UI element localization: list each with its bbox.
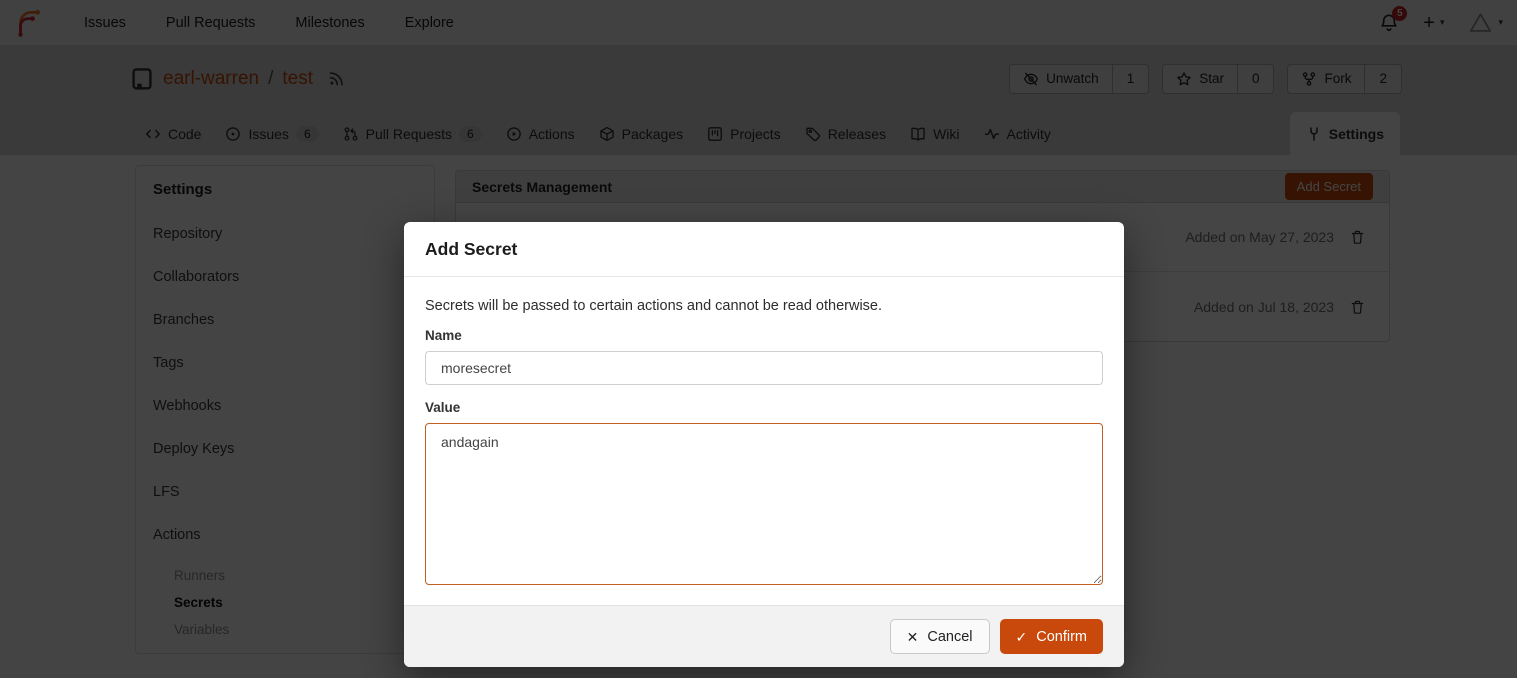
secret-value-textarea[interactable]: andagain (425, 423, 1103, 585)
name-label: Name (425, 328, 1103, 343)
cancel-button[interactable]: ✕ Cancel (890, 619, 990, 654)
cancel-label: Cancel (927, 629, 972, 645)
confirm-button[interactable]: ✓ Confirm (1000, 619, 1104, 654)
name-field-group: Name (425, 328, 1103, 385)
add-secret-modal: Add Secret Secrets will be passed to cer… (404, 222, 1124, 667)
modal-body: Secrets will be passed to certain action… (404, 277, 1124, 605)
secret-name-input[interactable] (425, 351, 1103, 385)
check-icon: ✓ (1016, 630, 1028, 644)
confirm-label: Confirm (1036, 629, 1087, 645)
value-label: Value (425, 400, 1103, 415)
modal-footer: ✕ Cancel ✓ Confirm (404, 605, 1124, 667)
screen: Issues Pull Requests Milestones Explore … (0, 0, 1517, 678)
value-field-group: Value andagain (425, 400, 1103, 585)
close-icon: ✕ (907, 630, 919, 644)
modal-title: Add Secret (404, 222, 1124, 277)
modal-description: Secrets will be passed to certain action… (425, 298, 1103, 314)
